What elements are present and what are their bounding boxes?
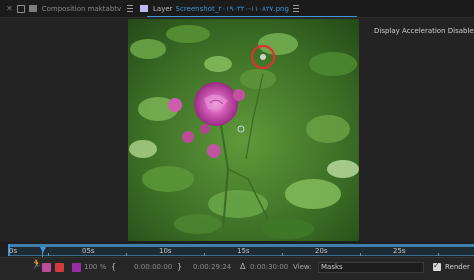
panel-menu-icon[interactable] [292,5,299,12]
walk-icon[interactable]: 🏃 [31,260,42,270]
color-swatch-icon[interactable] [72,263,81,272]
layer-color-icon [140,5,148,12]
render-checkbox[interactable] [433,261,441,271]
fast-preview-icon[interactable] [42,263,51,272]
playhead-handle[interactable] [40,247,46,253]
tab-layer-filename: Screenshot_۲۰۱۹۰۳۲۰-۱۱۰۸۲۷.png [175,4,289,13]
render-label: Render [445,263,470,271]
layer-viewer[interactable] [128,19,359,241]
ruler-tick [48,253,49,256]
playhead-line[interactable] [42,247,43,257]
timecode-out[interactable]: 0:00:29:24 [193,263,231,271]
out-bracket-icon[interactable]: } [177,262,182,271]
tab-composition[interactable]: ✕ Composition maktabtv [6,3,134,14]
tab-composition-label: Composition maktabtv [41,4,122,13]
ruler-tick [438,253,439,256]
ruler-tick [282,253,283,256]
tab-layer-prefix: Layer [153,4,173,13]
ruler-tick [126,253,127,256]
duration-icon: Δ [240,262,246,271]
zoom-percent[interactable]: 100 % [84,263,106,271]
tick-label: 25s [393,247,406,255]
tick-label: 15s [237,247,250,255]
timecode-duration[interactable]: 0:00:30:00 [250,263,288,271]
in-bracket-icon[interactable]: { [111,262,116,271]
timecode-current[interactable]: 0:00:00:00 [134,263,172,271]
tick-label: 20s [315,247,328,255]
view-dropdown[interactable]: Masks [318,262,424,273]
active-tab-indicator [147,16,357,17]
display-acceleration-notice: Display Acceleration Disabled [374,27,474,35]
panel-menu-icon[interactable] [127,5,134,12]
ruler-tick [360,253,361,256]
lock-icon[interactable] [16,4,25,13]
close-icon[interactable]: ✕ [6,4,13,13]
view-dropdown-value: Masks [321,263,343,271]
tick-label: 05s [82,247,95,255]
ruler-tick [204,253,205,256]
view-label: View: [293,263,312,271]
tick-label: 0s [9,247,18,255]
snapshot-icon[interactable] [55,263,64,272]
tick-label: 10s [159,247,172,255]
tab-layer[interactable]: Layer Screenshot_۲۰۱۹۰۳۲۰-۱۱۰۸۲۷.png [140,3,299,14]
rose-photo [128,19,359,241]
composition-icon [28,5,37,12]
